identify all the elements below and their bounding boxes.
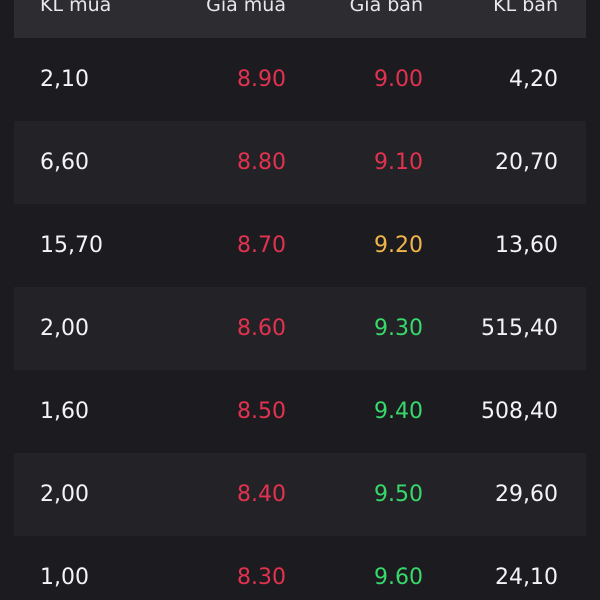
- header-sell-price: Giá bán: [349, 0, 423, 16]
- order-book-row[interactable]: 1,60 8.50 9.40 508,40: [14, 370, 586, 453]
- sell-volume-cell: 4,20: [509, 67, 558, 92]
- sell-volume-cell: 508,40: [481, 399, 558, 424]
- buy-price-cell: 8.90: [237, 67, 286, 92]
- buy-price-cell: 8.40: [237, 482, 286, 507]
- sell-price-cell: 9.10: [374, 150, 423, 175]
- order-book-row[interactable]: 15,70 8.70 9.20 13,60: [14, 204, 586, 287]
- buy-volume-cell: 1,60: [40, 399, 89, 424]
- order-book-rows: 2,10 8.90 9.00 4,20 6,60 8.80 9.10 20,70…: [14, 38, 586, 600]
- buy-price-cell: 8.80: [237, 150, 286, 175]
- sell-volume-cell: 13,60: [495, 233, 558, 258]
- sell-price-cell: 9.30: [374, 316, 423, 341]
- buy-price-cell: 8.70: [237, 233, 286, 258]
- sell-volume-cell: 24,10: [495, 565, 558, 590]
- buy-volume-cell: 1,00: [40, 565, 89, 590]
- header-sell-volume: KL bán: [493, 0, 558, 16]
- buy-volume-cell: 2,00: [40, 316, 89, 341]
- order-book-row[interactable]: 6,60 8.80 9.10 20,70: [14, 121, 586, 204]
- buy-volume-cell: 2,10: [40, 67, 89, 92]
- sell-price-cell: 9.40: [374, 399, 423, 424]
- order-book-row[interactable]: 1,00 8.30 9.60 24,10: [14, 536, 586, 600]
- buy-price-cell: 8.60: [237, 316, 286, 341]
- order-book-row[interactable]: 2,00 8.60 9.30 515,40: [14, 287, 586, 370]
- order-book-row[interactable]: 2,00 8.40 9.50 29,60: [14, 453, 586, 536]
- header-buy-volume: KL mua: [40, 0, 112, 16]
- sell-price-cell: 9.60: [374, 565, 423, 590]
- buy-volume-cell: 15,70: [40, 233, 103, 258]
- order-book-row[interactable]: 2,10 8.90 9.00 4,20: [14, 38, 586, 121]
- buy-volume-cell: 2,00: [40, 482, 89, 507]
- buy-price-cell: 8.50: [237, 399, 286, 424]
- order-book-header: KL mua Giá mua Giá bán KL bán: [14, 0, 586, 38]
- sell-volume-cell: 515,40: [481, 316, 558, 341]
- sell-volume-cell: 20,70: [495, 150, 558, 175]
- sell-price-cell: 9.00: [374, 67, 423, 92]
- order-book-screen: KL mua Giá mua Giá bán KL bán 2,10 8.90 …: [0, 0, 600, 600]
- header-buy-price: Giá mua: [206, 0, 286, 16]
- sell-volume-cell: 29,60: [495, 482, 558, 507]
- buy-price-cell: 8.30: [237, 565, 286, 590]
- buy-volume-cell: 6,60: [40, 150, 89, 175]
- sell-price-cell: 9.50: [374, 482, 423, 507]
- sell-price-cell: 9.20: [374, 233, 423, 258]
